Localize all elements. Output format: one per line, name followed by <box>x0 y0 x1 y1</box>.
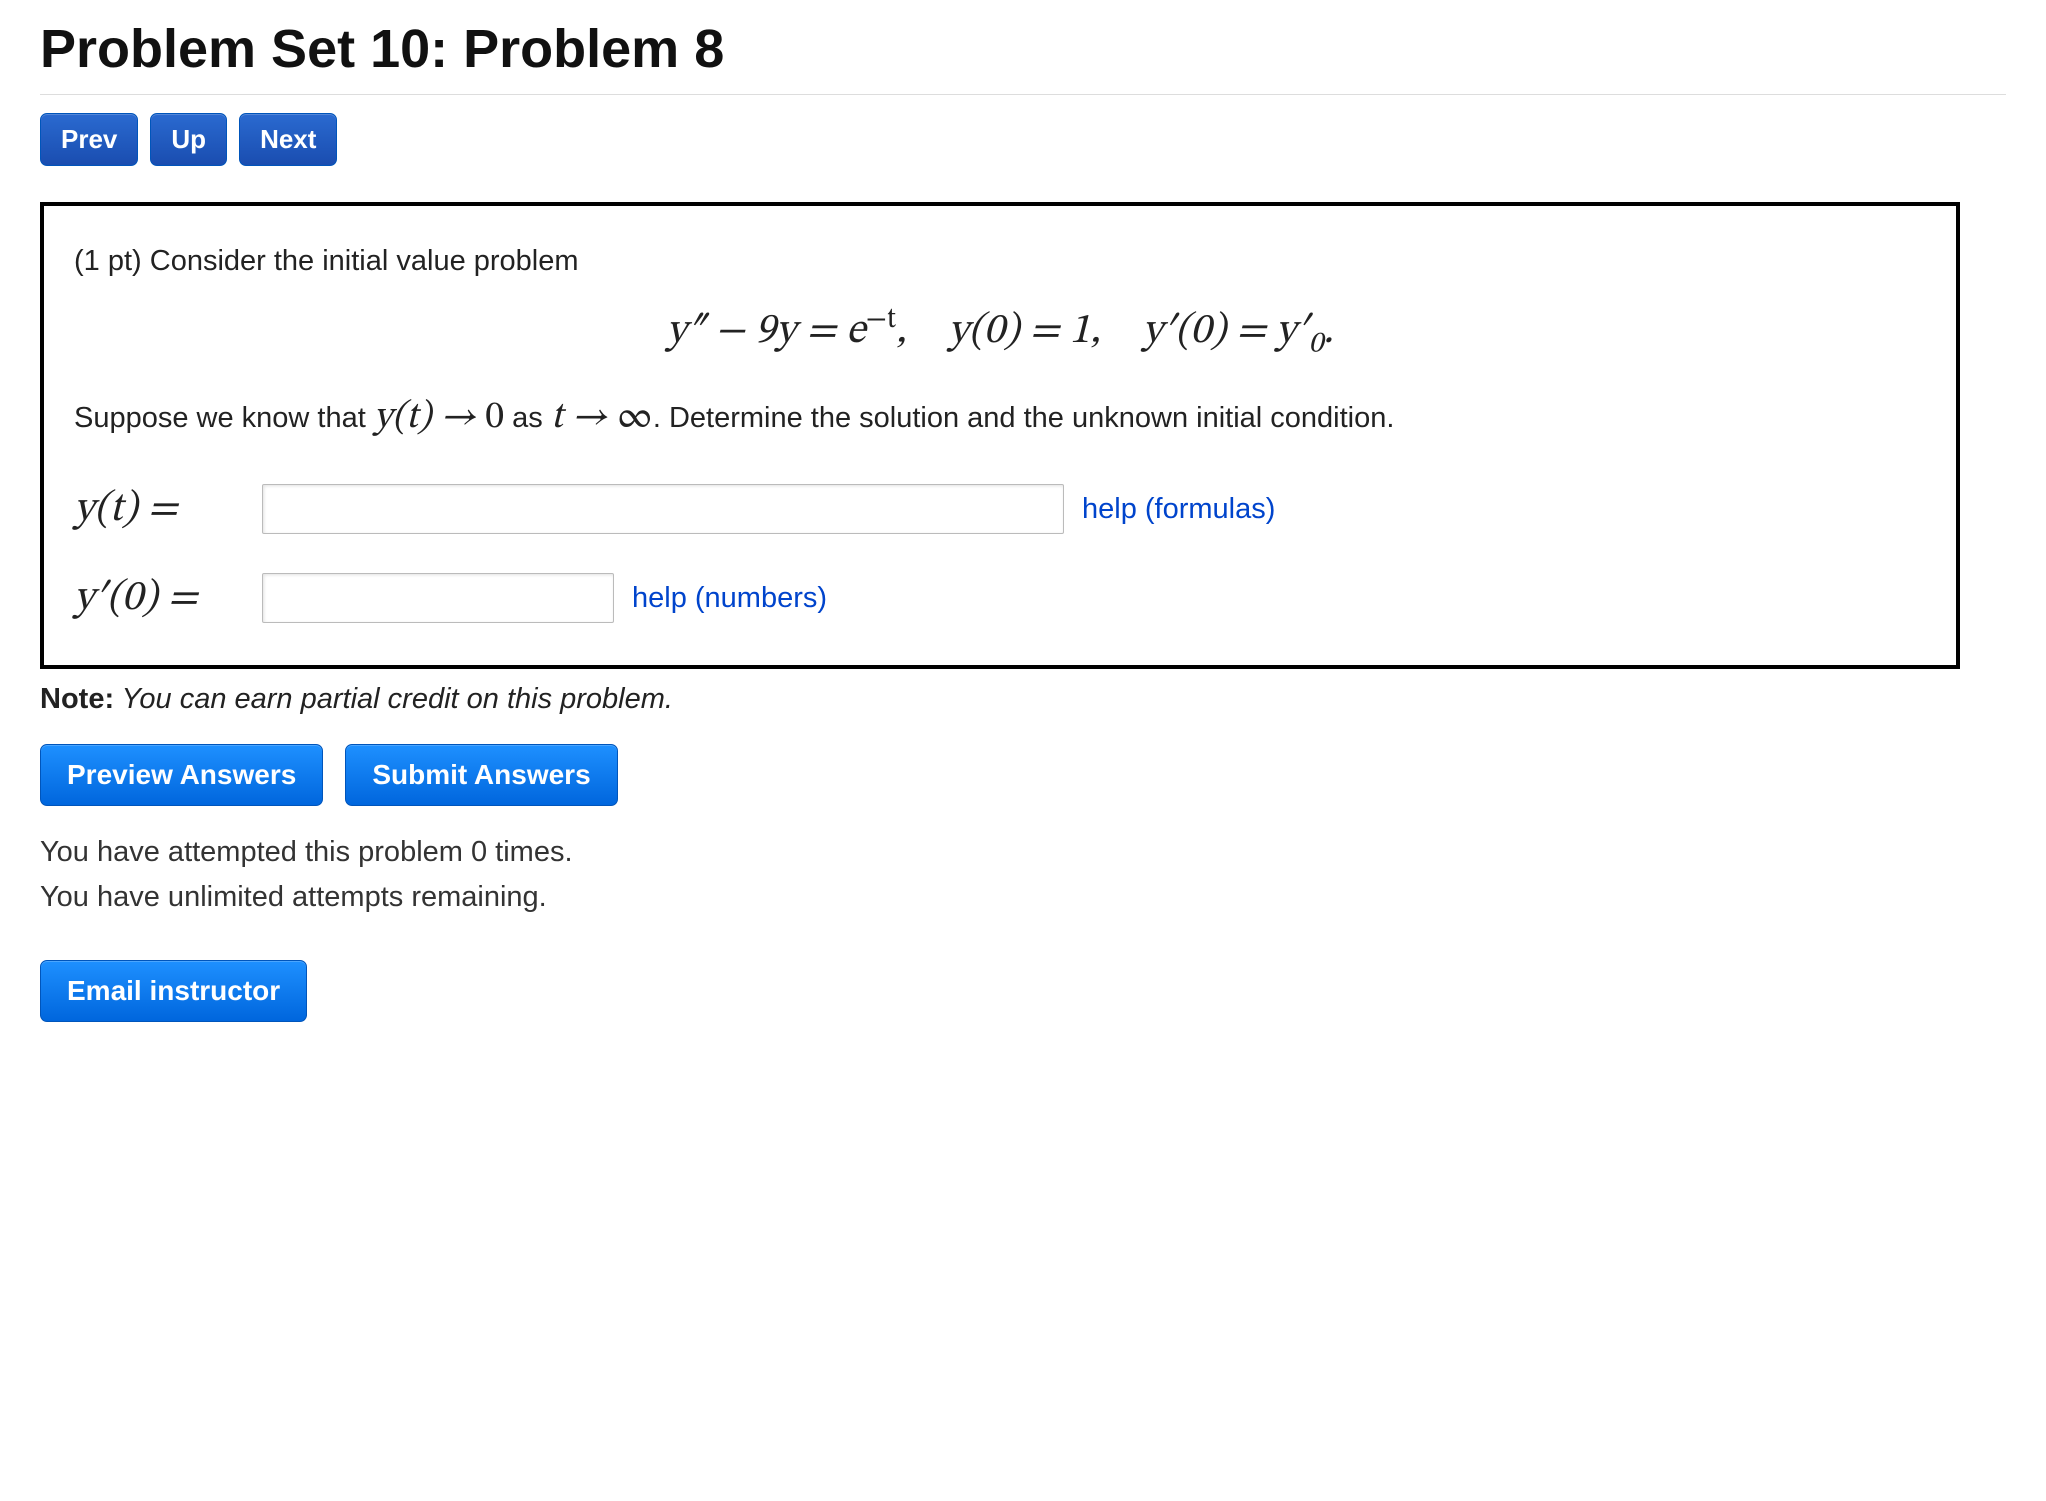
page-title: Problem Set 10: Problem 8 <box>40 18 2006 80</box>
yprime-label: y′(0) = <box>74 572 244 625</box>
problem-box: (1 pt) Consider the initial value proble… <box>40 202 1960 669</box>
yprime-input[interactable] <box>262 573 614 623</box>
prev-button[interactable]: Prev <box>40 113 138 166</box>
field-yprime: y′(0) = help (numbers) <box>74 572 1926 625</box>
points-label: (1 pt) <box>74 245 150 277</box>
action-buttons: Preview Answers Submit Answers <box>40 744 2006 806</box>
submit-answers-button[interactable]: Submit Answers <box>345 744 617 806</box>
cond-pre: Suppose we know that <box>74 402 374 434</box>
note: Note: You can earn partial credit on thi… <box>40 683 2006 716</box>
cond-post: . Determine the solution and the unknown… <box>653 402 1395 434</box>
yt-label: y(t) = <box>74 483 244 536</box>
cond-mid: as <box>504 402 551 434</box>
help-formulas-link[interactable]: help (formulas) <box>1082 493 1275 526</box>
divider <box>40 94 2006 95</box>
cond-math-2: t → ∞ <box>551 399 653 437</box>
help-numbers-link[interactable]: help (numbers) <box>632 582 827 615</box>
equation: y″ − 9y = e−t,y(0) = 1,y′(0) = y′0. <box>74 284 1926 390</box>
yt-input[interactable] <box>262 484 1064 534</box>
note-text: You can earn partial credit on this prob… <box>114 683 673 715</box>
note-bold: Note: <box>40 683 114 715</box>
cond-math-1: y(t) → 0 <box>374 399 504 437</box>
email-instructor-button[interactable]: Email instructor <box>40 960 307 1022</box>
problem-intro: (1 pt) Consider the initial value proble… <box>74 240 1926 284</box>
attempts-status: You have attempted this problem 0 times. <box>40 830 2006 875</box>
field-yt: y(t) = help (formulas) <box>74 483 1926 536</box>
remaining-status: You have unlimited attempts remaining. <box>40 875 2006 920</box>
intro-text: Consider the initial value problem <box>150 245 579 277</box>
condition-text: Suppose we know that y(t) → 0 as t → ∞. … <box>74 390 1926 447</box>
next-button[interactable]: Next <box>239 113 337 166</box>
preview-answers-button[interactable]: Preview Answers <box>40 744 323 806</box>
email-row: Email instructor <box>40 960 2006 1022</box>
nav-buttons: Prev Up Next <box>40 113 2006 166</box>
up-button[interactable]: Up <box>150 113 227 166</box>
